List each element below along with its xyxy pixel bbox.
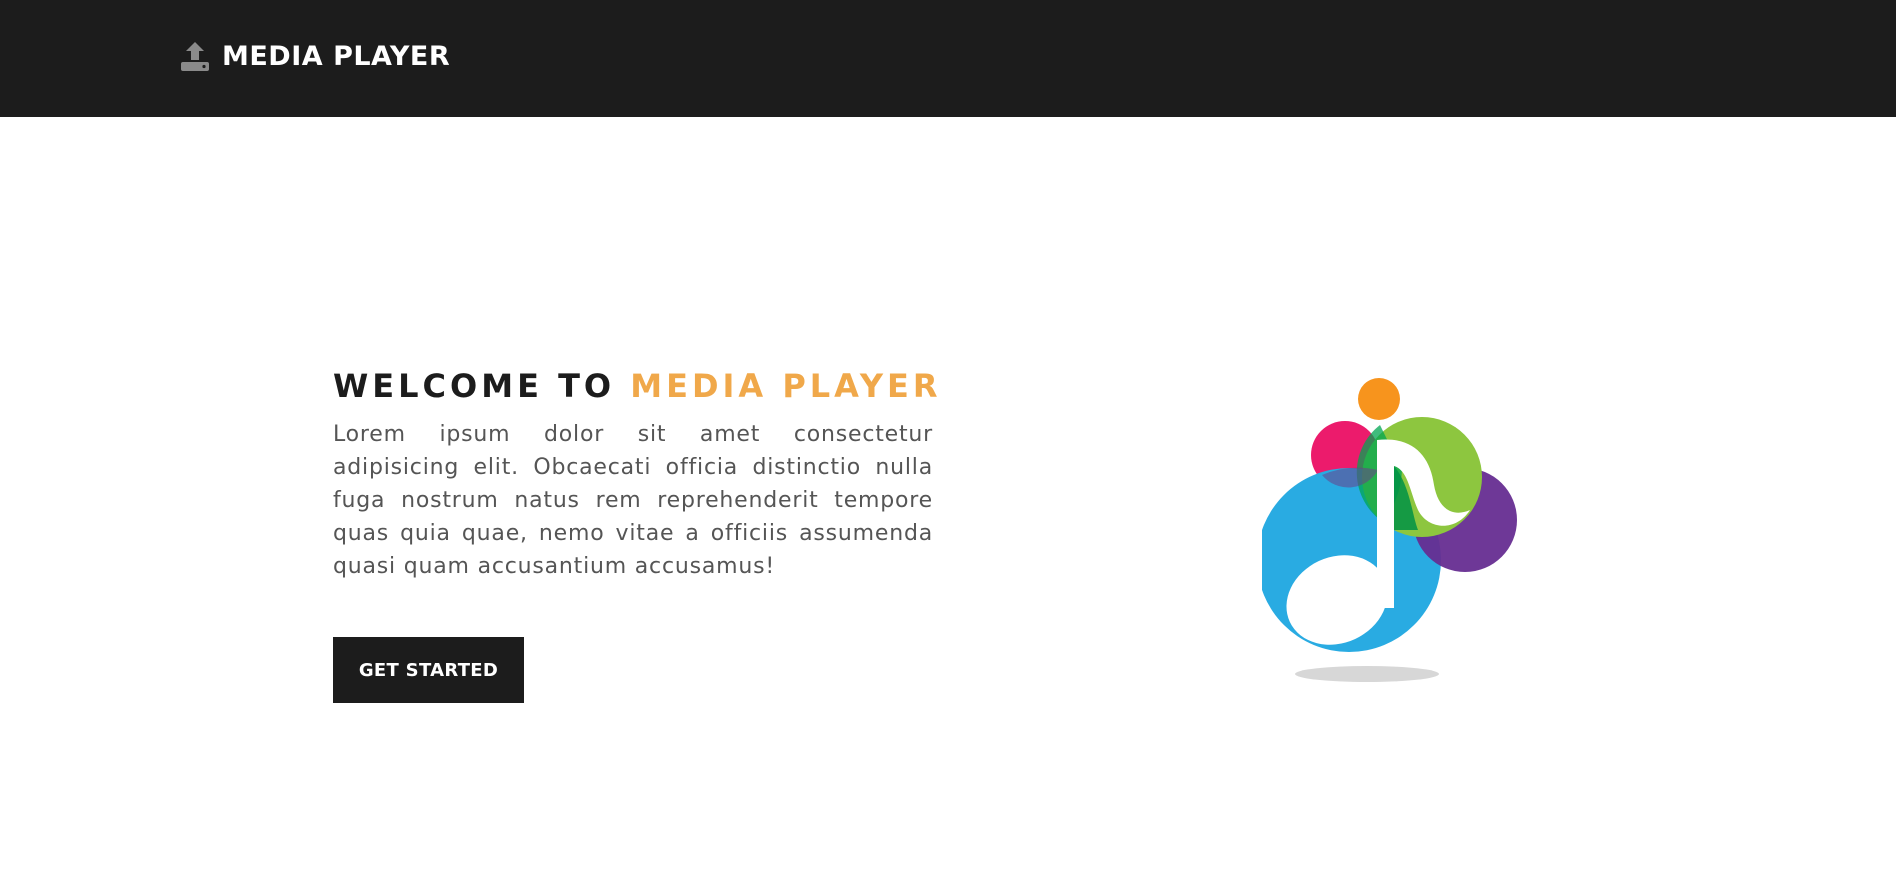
upload-icon [180,40,210,72]
brand-name: MEDIA PLAYER [222,40,451,72]
hero-title-prefix: WELCOME TO [333,367,616,405]
hero-text-block: WELCOME TO MEDIA PLAYER Lorem ipsum dolo… [333,364,938,583]
media-player-logo [1257,370,1532,690]
get-started-button[interactable]: GET STARTED [333,637,524,703]
hero-description: Lorem ipsum dolor sit amet consectetur a… [333,422,933,579]
music-note-icon [1257,378,1517,682]
brand-link[interactable]: MEDIA PLAYER [180,38,450,74]
navbar: MEDIA PLAYER [0,0,1896,117]
hero-title: WELCOME TO MEDIA PLAYER [333,364,938,408]
hero-title-accent: MEDIA PLAYER [630,367,942,405]
